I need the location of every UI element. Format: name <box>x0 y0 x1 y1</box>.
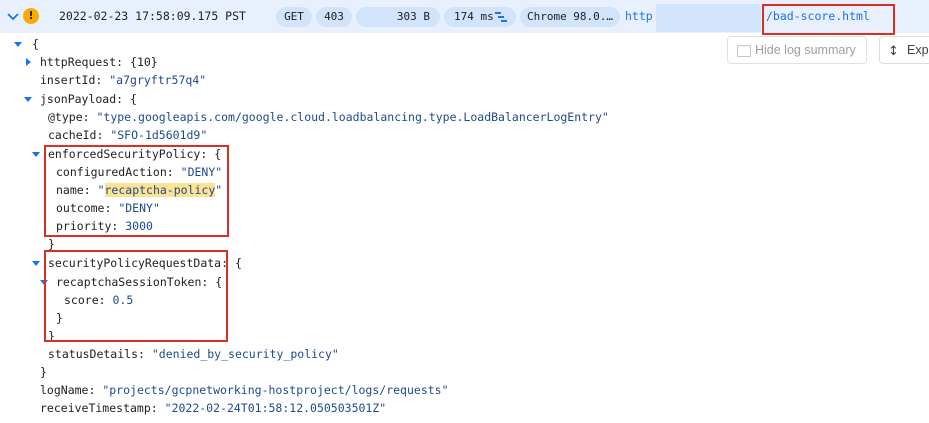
method-chip[interactable]: GET <box>276 7 312 27</box>
request-url-prefix[interactable]: http <box>625 9 653 23</box>
root-open-brace: { <box>32 37 39 51</box>
log-timestamp: 2022-02-23 17:58:09.175 PST <box>59 9 246 23</box>
insertid-line: insertId: "a7gryftr57q4" <box>40 73 207 87</box>
hide-log-summary-label: Hide log summary <box>755 43 856 57</box>
latency-value: 174 ms <box>454 10 494 23</box>
url-highlight-box <box>762 4 895 35</box>
type-line: @type: "type.googleapis.com/google.cloud… <box>48 110 609 124</box>
enforced-policy-close: } <box>48 237 55 251</box>
hide-log-summary-button[interactable]: Hide log summary <box>727 36 867 64</box>
waterfall-icon <box>495 12 507 22</box>
cacheid-line: cacheId: "SFO-1d5601d9" <box>48 128 208 142</box>
collapse-jsonpayload-icon[interactable] <box>24 97 32 102</box>
user-agent-chip[interactable]: Chrome 98.0.… <box>520 7 620 27</box>
url-redaction <box>656 4 761 32</box>
logname-line: logName: "projects/gcpnetworking-hostpro… <box>40 383 449 397</box>
collapse-request-data-icon[interactable] <box>32 261 40 266</box>
collapse-root-icon[interactable] <box>14 42 22 47</box>
request-data-highlight-box <box>44 250 228 342</box>
jsonpayload-close: } <box>40 365 47 379</box>
collapse-enforced-policy-icon[interactable] <box>32 152 40 157</box>
expand-arrows-icon: ↕ <box>888 44 899 59</box>
expand-httprequest-icon[interactable] <box>26 58 31 66</box>
receive-timestamp-line: receiveTimestamp: "2022-02-24T01:58:12.0… <box>40 401 387 415</box>
latency-chip[interactable]: 174 ms <box>444 7 516 27</box>
jsonpayload-line[interactable]: jsonPayload: { <box>40 92 137 106</box>
expand-label: Expa <box>907 43 929 57</box>
summary-icon <box>737 45 751 57</box>
httprequest-line[interactable]: httpRequest: {10} <box>40 55 158 69</box>
chevron-down-icon[interactable] <box>6 9 20 23</box>
enforced-policy-highlight-box <box>44 145 229 237</box>
size-chip[interactable]: 303 B <box>356 7 440 27</box>
status-details-line: statusDetails: "denied_by_security_polic… <box>48 347 339 361</box>
expand-button[interactable]: ↕ Expa <box>879 36 929 64</box>
warning-severity-icon: ! <box>23 8 39 24</box>
status-chip[interactable]: 403 <box>316 7 352 27</box>
